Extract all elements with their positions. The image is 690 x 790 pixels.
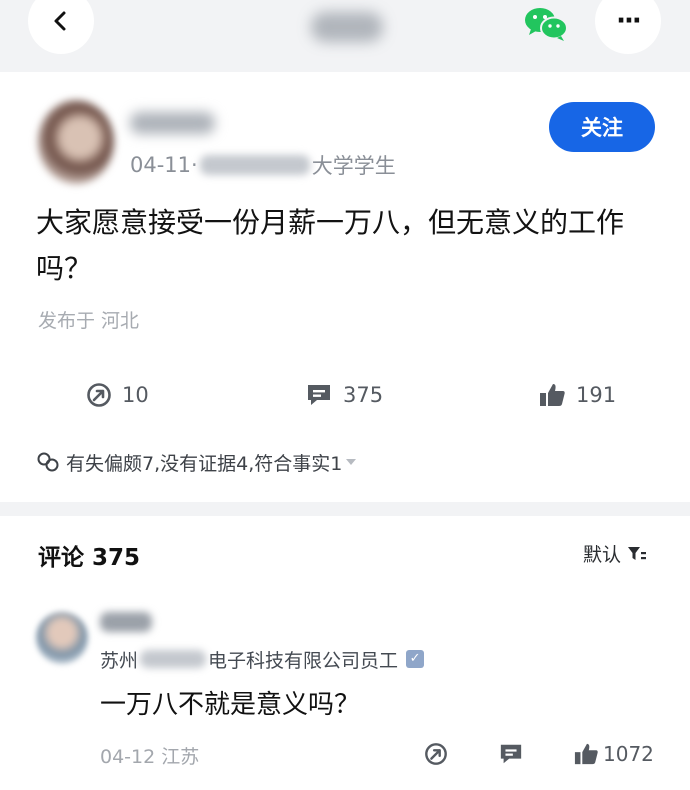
comments-header: 评论 375 默认 bbox=[0, 516, 690, 590]
page-title bbox=[311, 12, 383, 42]
chevron-down-icon bbox=[346, 459, 357, 465]
top-bar: ··· bbox=[0, 0, 690, 72]
redacted-school bbox=[199, 155, 310, 175]
share-icon bbox=[425, 743, 447, 765]
author-title: 大学学生 bbox=[311, 154, 396, 178]
thumbs-up-icon bbox=[574, 743, 598, 765]
chevron-left-icon bbox=[54, 11, 66, 31]
more-dots-icon: ··· bbox=[616, 6, 642, 36]
comment-like-count: 1072 bbox=[603, 742, 654, 766]
wechat-icon bbox=[525, 8, 568, 41]
follow-button[interactable]: 关注 bbox=[549, 102, 655, 152]
author-meta: 04-11· 大学学生 bbox=[130, 152, 396, 178]
commenter-title: 苏州 电子科技有限公司员工 ✓ bbox=[100, 646, 425, 672]
comment-meta: 04-12 江苏 bbox=[100, 746, 200, 768]
sort-label: 默认 bbox=[583, 544, 622, 566]
comment-stat[interactable]: 375 bbox=[305, 380, 383, 410]
comment-reply-button[interactable] bbox=[498, 740, 524, 768]
comment-like-button[interactable]: 1072 bbox=[573, 740, 654, 768]
commenter-avatar[interactable] bbox=[36, 612, 88, 664]
filter-icon bbox=[628, 546, 647, 560]
author-avatar[interactable] bbox=[38, 100, 114, 184]
comment-icon bbox=[500, 744, 522, 764]
post-date: 04-11· bbox=[130, 153, 198, 177]
post-title[interactable]: 大家愿意接受一份月薪一万八，但无意义的工作吗？ bbox=[36, 200, 648, 292]
redacted-company bbox=[140, 650, 207, 668]
comments-title: 评论 375 bbox=[38, 545, 141, 571]
thumbs-up-icon bbox=[540, 384, 565, 406]
section-divider bbox=[0, 502, 690, 516]
back-button[interactable] bbox=[28, 0, 94, 54]
evaluation-text: 有失偏颇7,没有证据4,符合事实1 bbox=[66, 452, 343, 475]
verified-badge-icon: ✓ bbox=[406, 650, 425, 668]
comment-text[interactable]: 一万八不就是意义吗？ bbox=[100, 684, 360, 721]
like-count: 191 bbox=[576, 383, 617, 407]
post-card: 04-11· 大学学生 关注 大家愿意接受一份月薪一万八，但无意义的工作吗？ 发… bbox=[0, 72, 690, 502]
comment-icon bbox=[308, 385, 330, 405]
post-location: 发布于 河北 bbox=[38, 310, 140, 332]
sort-button[interactable]: 默认 bbox=[583, 540, 647, 567]
commenter-name[interactable] bbox=[100, 612, 152, 632]
list-item: 苏州 电子科技有限公司员工 ✓ 一万八不就是意义吗？ 04-12 江苏 1072 bbox=[0, 590, 690, 790]
more-button[interactable]: ··· bbox=[595, 0, 661, 54]
evaluation-summary[interactable]: 有失偏颇7,没有证据4,符合事实1 bbox=[36, 448, 357, 476]
comment-share-button[interactable] bbox=[424, 740, 448, 768]
comment-count: 375 bbox=[343, 383, 384, 407]
author-name[interactable] bbox=[130, 112, 215, 134]
share-stat[interactable]: 10 bbox=[86, 380, 149, 410]
share-icon bbox=[87, 383, 111, 407]
like-stat[interactable]: 191 bbox=[538, 380, 616, 410]
evaluate-icon bbox=[37, 452, 59, 472]
wechat-share-button[interactable] bbox=[522, 4, 570, 44]
share-count: 10 bbox=[122, 383, 149, 407]
